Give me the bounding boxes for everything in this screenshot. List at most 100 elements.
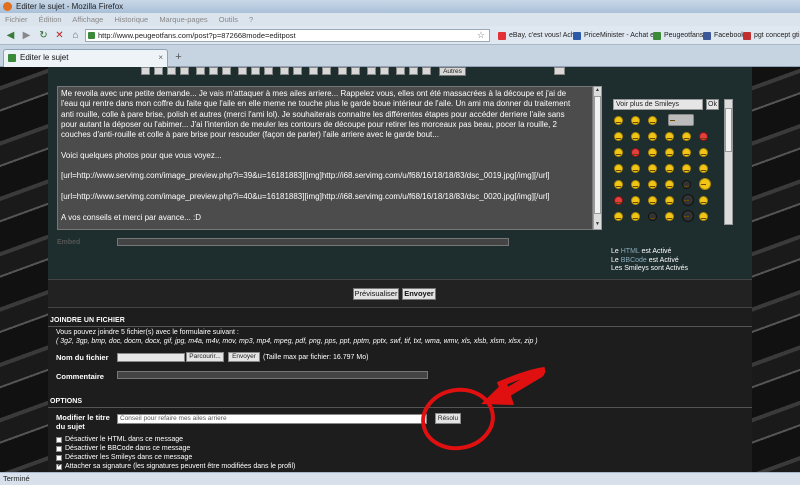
- back-icon[interactable]: ◀: [4, 29, 17, 42]
- forward-icon[interactable]: ▶: [20, 29, 33, 42]
- smiley-ok-button[interactable]: Ok: [706, 99, 719, 110]
- smiley-icon[interactable]: [665, 132, 674, 141]
- option-disable-bbcode[interactable]: Désactiver le BBCode dans ce message: [56, 445, 190, 453]
- toolbar-button[interactable]: [338, 67, 347, 75]
- toolbar-button[interactable]: [554, 67, 565, 75]
- checkbox[interactable]: [56, 455, 62, 461]
- reload-icon[interactable]: ↻: [37, 29, 50, 42]
- toolbar-button[interactable]: [209, 67, 218, 75]
- bookmark-star-icon[interactable]: ☆: [477, 30, 485, 41]
- menu-item[interactable]: Affichage: [72, 15, 103, 24]
- smiley-icon[interactable]: [631, 132, 640, 141]
- filename-input[interactable]: [117, 353, 185, 362]
- scroll-down-icon[interactable]: ▼: [594, 221, 601, 229]
- smiley-scrollbar[interactable]: [724, 99, 733, 225]
- smiley-icon[interactable]: [614, 196, 623, 205]
- smiley-icon[interactable]: [682, 194, 694, 206]
- smiley-icon[interactable]: [682, 148, 691, 157]
- tab-editer-le-sujet[interactable]: Editer le sujet ×: [3, 49, 168, 67]
- smiley-icon[interactable]: [699, 212, 708, 221]
- toolbar-button[interactable]: [380, 67, 389, 75]
- toolbar-button[interactable]: [238, 67, 247, 75]
- toolbar-button[interactable]: [422, 67, 431, 75]
- smiley-icon[interactable]: [699, 132, 708, 141]
- smiley-icon[interactable]: [682, 132, 691, 141]
- toolbar-button[interactable]: [264, 67, 273, 75]
- comment-input[interactable]: [117, 371, 428, 379]
- toolbar-button[interactable]: [141, 67, 150, 75]
- smiley-icon[interactable]: [631, 116, 640, 125]
- smiley-icon[interactable]: [648, 196, 657, 205]
- toolbar-button[interactable]: [396, 67, 405, 75]
- smiley-icon[interactable]: [614, 180, 623, 189]
- smiley-icon[interactable]: [699, 178, 711, 190]
- smiley-select[interactable]: Voir plus de Smileys: [613, 99, 703, 110]
- smiley-icon[interactable]: [614, 132, 623, 141]
- scroll-up-icon[interactable]: ▲: [594, 87, 601, 95]
- new-tab-icon[interactable]: +: [172, 52, 185, 65]
- message-scrollbar[interactable]: ▲ ▼: [593, 86, 602, 230]
- address-bar[interactable]: http://www.peugeotfans.com/post?p=872668…: [85, 29, 490, 42]
- topic-title-input[interactable]: Conseil pour refaire mes ailes arriere: [117, 414, 427, 424]
- html-link[interactable]: HTML: [621, 248, 640, 255]
- close-tab-icon[interactable]: ×: [158, 50, 163, 66]
- message-textarea[interactable]: Me revoila avec une petite demande... Je…: [57, 86, 593, 230]
- smiley-icon[interactable]: [699, 148, 708, 157]
- option-disable-smileys[interactable]: Désactiver les Smileys dans ce message: [56, 454, 192, 462]
- smiley-icon[interactable]: [665, 212, 674, 221]
- bookmark-facebook[interactable]: Facebook: [703, 30, 745, 42]
- smiley-icon[interactable]: [648, 212, 657, 221]
- upload-button[interactable]: Envoyer: [228, 352, 260, 362]
- checkbox[interactable]: [56, 446, 62, 452]
- smiley-icon[interactable]: [614, 148, 623, 157]
- bookmark-peugeotfans[interactable]: Peugeotfans: [653, 30, 703, 42]
- smiley-icon[interactable]: [682, 210, 694, 222]
- bookmark-pgt[interactable]: pgt concept gti: [743, 30, 800, 42]
- menu-item[interactable]: Fichier: [5, 15, 28, 24]
- toolbar-button[interactable]: [222, 67, 231, 75]
- smiley-icon[interactable]: [665, 196, 674, 205]
- smiley-icon[interactable]: [648, 132, 657, 141]
- smiley-icon[interactable]: [631, 180, 640, 189]
- menu-item[interactable]: ?: [249, 15, 253, 24]
- menu-item[interactable]: Marque-pages: [159, 15, 207, 24]
- toolbar-button[interactable]: [280, 67, 289, 75]
- smiley-icon[interactable]: [665, 180, 674, 189]
- toolbar-more-button[interactable]: Autres: [439, 67, 466, 76]
- smiley-icon[interactable]: [631, 212, 640, 221]
- smiley-icon[interactable]: [665, 164, 674, 173]
- embed-input[interactable]: [117, 238, 509, 246]
- smiley-icon[interactable]: [631, 164, 640, 173]
- toolbar-button[interactable]: [351, 67, 360, 75]
- bookmark-ebay[interactable]: eBay, c'est vous! Ach...: [498, 30, 581, 42]
- scrollbar-thumb[interactable]: [725, 108, 732, 152]
- toolbar-button[interactable]: [322, 67, 331, 75]
- toolbar-button[interactable]: [309, 67, 318, 75]
- preview-button[interactable]: Prévisualiser: [353, 288, 399, 300]
- toolbar-button[interactable]: [293, 67, 302, 75]
- checkbox-checked[interactable]: [56, 462, 62, 470]
- checkbox[interactable]: [56, 437, 62, 443]
- smiley-icon[interactable]: [648, 164, 657, 173]
- toolbar-button[interactable]: [196, 67, 205, 75]
- browse-button[interactable]: Parcourir...: [186, 352, 224, 362]
- send-button[interactable]: Envoyer: [402, 288, 436, 300]
- smiley-icon[interactable]: [614, 212, 623, 221]
- smiley-icon[interactable]: [631, 196, 640, 205]
- smiley-icon[interactable]: [682, 180, 691, 189]
- bookmark-priceminister[interactable]: PriceMinister - Achat e...: [573, 30, 660, 42]
- home-icon[interactable]: ⌂: [69, 29, 82, 42]
- stop-icon[interactable]: ✕: [53, 29, 66, 42]
- smiley-icon[interactable]: [699, 196, 708, 205]
- menu-item[interactable]: Historique: [114, 15, 148, 24]
- smiley-icon[interactable]: [682, 164, 691, 173]
- resolved-button[interactable]: Résolu: [435, 413, 461, 424]
- toolbar-button[interactable]: [367, 67, 376, 75]
- bbcode-link[interactable]: BBCode: [621, 257, 647, 264]
- toolbar-button[interactable]: [154, 67, 163, 75]
- smiley-icon[interactable]: [614, 116, 623, 125]
- toolbar-button[interactable]: [167, 67, 176, 75]
- menu-item[interactable]: Édition: [39, 15, 62, 24]
- option-disable-html[interactable]: Désactiver le HTML dans ce message: [56, 436, 183, 444]
- smiley-icon[interactable]: [665, 148, 674, 157]
